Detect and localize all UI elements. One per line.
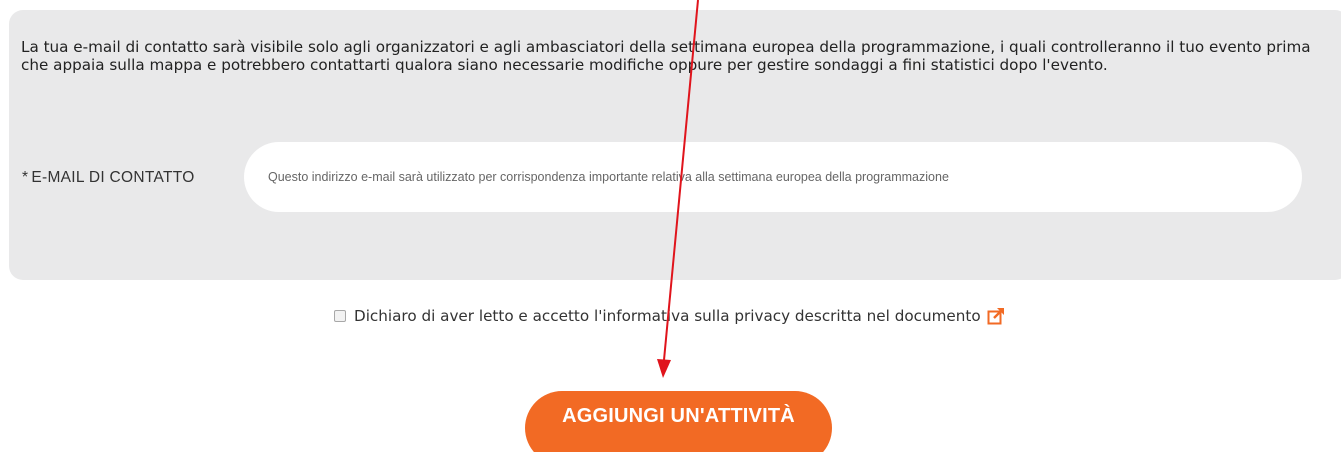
privacy-consent-label: Dichiaro di aver letto e accetto l'infor… (354, 307, 981, 325)
privacy-checkbox[interactable] (334, 310, 346, 322)
add-activity-button[interactable]: AGGIUNGI UN'ATTIVITÀ (525, 391, 832, 452)
contact-email-label: * E-MAIL DI CONTATTO (22, 169, 195, 187)
contact-email-label-text: E-MAIL DI CONTATTO (31, 169, 195, 186)
contact-email-input[interactable] (244, 142, 1302, 212)
privacy-consent-row: Dichiaro di aver letto e accetto l'infor… (334, 306, 1005, 326)
contact-info-text: La tua e-mail di contatto sarà visibile … (21, 38, 1311, 74)
external-link-icon[interactable] (987, 307, 1005, 325)
required-marker: * (22, 169, 29, 186)
